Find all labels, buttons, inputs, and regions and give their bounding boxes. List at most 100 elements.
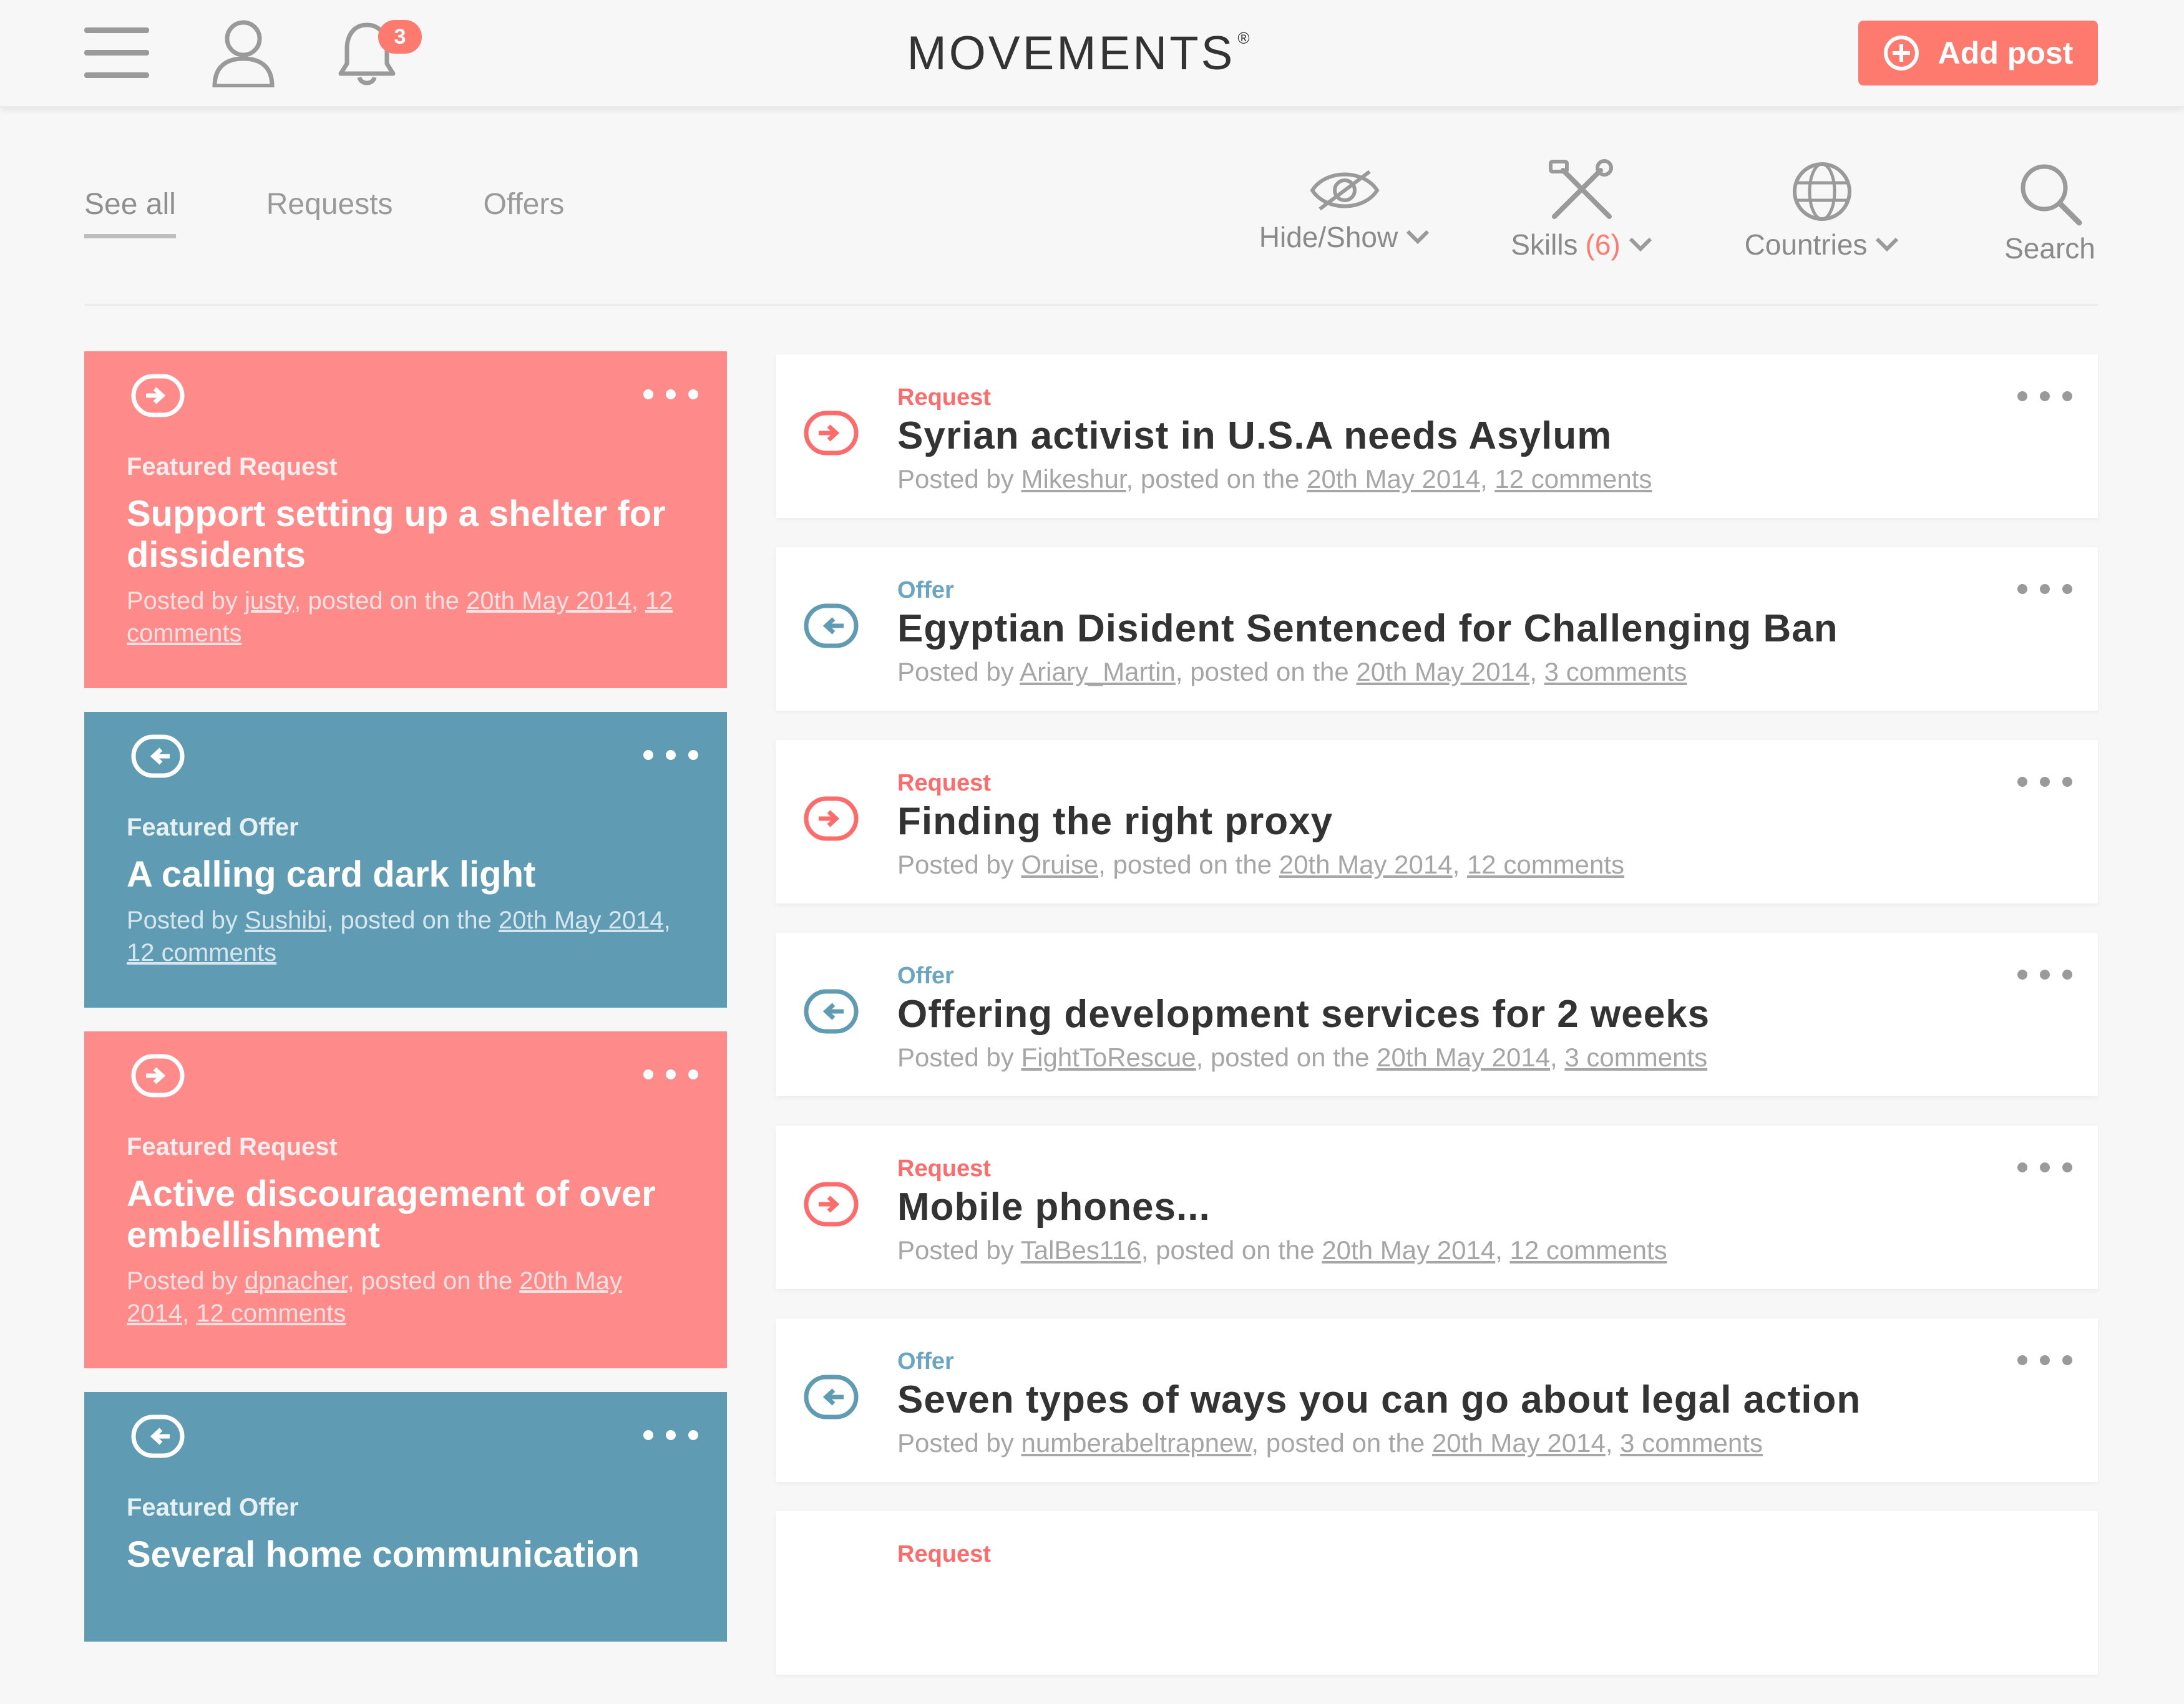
list-item[interactable]: Request Mobile phones... Posted by TalBe… xyxy=(776,1126,2098,1289)
post-title[interactable]: Seven types of ways you can go about leg… xyxy=(897,1378,1861,1422)
author-link[interactable]: dpnacher xyxy=(245,1267,348,1295)
comments-link[interactable]: 12 comments xyxy=(1467,850,1624,879)
meta-prefix: Posted by xyxy=(897,850,1014,879)
list-item[interactable]: Offer Egyptian Disident Sentenced for Ch… xyxy=(776,547,2098,711)
author-link[interactable]: Ariary_Martin xyxy=(1020,657,1176,686)
more-options-icon[interactable] xyxy=(2017,583,2073,595)
logo-mark: ® xyxy=(1237,29,1252,47)
date-link[interactable]: 20th May 2014 xyxy=(1322,1235,1495,1265)
meta-prefix: Posted by xyxy=(897,657,1014,686)
comments-link[interactable]: 3 comments xyxy=(1544,657,1687,686)
post-meta: Posted by Oruise, posted on the 20th May… xyxy=(897,850,1625,879)
featured-card[interactable]: Featured Request Active discouragement o… xyxy=(84,1031,727,1368)
post-title[interactable]: Mobile phones... xyxy=(897,1185,1211,1229)
request-icon xyxy=(804,411,859,455)
more-options-icon[interactable] xyxy=(2017,391,2073,402)
post-title[interactable]: Egyptian Disident Sentenced for Challeng… xyxy=(897,606,1838,651)
meta-prefix: Posted by xyxy=(897,464,1014,494)
chevron-down-icon xyxy=(1874,236,1899,253)
list-item[interactable]: Request Finding the right proxy Posted b… xyxy=(776,740,2098,903)
featured-card[interactable]: Featured Request Support setting up a sh… xyxy=(84,351,727,688)
post-title[interactable]: A calling card dark light xyxy=(127,854,685,895)
countries-filter[interactable]: Countries xyxy=(1728,159,1916,261)
post-title[interactable]: Finding the right proxy xyxy=(897,799,1333,844)
meta-mid: , posted on the xyxy=(326,907,492,934)
featured-card[interactable]: Featured Offer Several home communicatio… xyxy=(84,1392,727,1642)
more-options-icon[interactable] xyxy=(2017,1162,2073,1173)
date-link[interactable]: 20th May 2014 xyxy=(466,587,631,615)
comments-link[interactable]: 12 comments xyxy=(196,1300,346,1327)
author-link[interactable]: Mikeshur xyxy=(1021,464,1126,494)
request-icon xyxy=(804,796,859,841)
eye-icon xyxy=(1307,159,1382,217)
meta-mid: , posted on the xyxy=(1141,1235,1315,1265)
list-item[interactable]: Request xyxy=(776,1511,2098,1675)
tab-see-all[interactable]: See all xyxy=(84,187,176,238)
app-logo[interactable]: MOVEMENTS ® xyxy=(899,26,1260,80)
post-kind: Request xyxy=(897,1156,991,1182)
date-link[interactable]: 20th May 2014 xyxy=(1279,850,1453,879)
featured-card[interactable]: Featured Offer A calling card dark light… xyxy=(84,712,727,1008)
post-title[interactable]: Offering development services for 2 week… xyxy=(897,992,1710,1036)
logo-text: MOVEMENTS xyxy=(907,27,1236,80)
date-link[interactable]: 20th May 2014 xyxy=(1377,1043,1550,1072)
tab-offers[interactable]: Offers xyxy=(484,187,565,238)
date-link[interactable]: 20th May 2014 xyxy=(1432,1428,1606,1458)
plus-circle-icon xyxy=(1883,35,1919,71)
post-meta: Posted by Mikeshur, posted on the 20th M… xyxy=(897,464,1652,494)
comments-link[interactable]: 12 comments xyxy=(1510,1235,1667,1265)
chevron-down-icon xyxy=(1405,229,1430,245)
search-filter[interactable]: Search xyxy=(1997,159,2103,265)
author-link[interactable]: FightToRescue xyxy=(1021,1043,1196,1072)
post-meta: Posted by numberabeltrapnew, posted on t… xyxy=(897,1428,1763,1458)
tab-requests[interactable]: Requests xyxy=(266,187,393,238)
comments-link[interactable]: 12 comments xyxy=(127,939,276,966)
post-type-tabs: See all Requests Offers xyxy=(84,187,655,238)
date-link[interactable]: 20th May 2014 xyxy=(499,907,664,934)
hide-show-filter[interactable]: Hide/Show xyxy=(1242,159,1448,254)
more-options-icon[interactable] xyxy=(2017,969,2073,980)
add-post-button[interactable]: Add post xyxy=(1858,21,2098,85)
skills-count: (6) xyxy=(1585,228,1621,261)
author-link[interactable]: TalBes116 xyxy=(1021,1235,1141,1265)
meta-mid: , posted on the xyxy=(1196,1043,1370,1072)
post-meta: Posted by FightToRescue, posted on the 2… xyxy=(897,1043,1708,1072)
user-icon[interactable] xyxy=(211,19,276,87)
post-kind: Featured Offer xyxy=(127,814,299,841)
post-meta: Posted by Sushibi, posted on the 20th Ma… xyxy=(127,907,671,966)
post-kind: Request xyxy=(897,770,991,796)
offer-icon xyxy=(804,1375,859,1419)
list-item[interactable]: Request Syrian activist in U.S.A needs A… xyxy=(776,354,2098,518)
skills-filter[interactable]: Skills (6) xyxy=(1501,159,1663,261)
meta-prefix: Posted by xyxy=(897,1235,1014,1265)
post-title[interactable]: Support setting up a shelter for disside… xyxy=(127,494,685,576)
search-label: Search xyxy=(2004,232,2095,265)
post-title[interactable]: Several home communication xyxy=(127,1534,685,1575)
comments-link[interactable]: 12 comments xyxy=(1494,464,1652,494)
hide-show-label: Hide/Show xyxy=(1259,221,1398,253)
more-options-icon[interactable] xyxy=(2017,776,2073,787)
search-icon xyxy=(2016,159,2084,228)
post-kind: Featured Request xyxy=(127,453,338,480)
more-options-icon[interactable] xyxy=(2017,1355,2073,1366)
comments-link[interactable]: 3 comments xyxy=(1564,1043,1707,1072)
comments-link[interactable]: 3 comments xyxy=(1620,1428,1763,1458)
author-link[interactable]: numberabeltrapnew xyxy=(1021,1428,1251,1458)
list-item[interactable]: Offer Seven types of ways you can go abo… xyxy=(776,1318,2098,1482)
meta-mid: , posted on the xyxy=(1251,1428,1425,1458)
post-list: Request Syrian activist in U.S.A needs A… xyxy=(776,354,2098,1704)
date-link[interactable]: 20th May 2014 xyxy=(1307,464,1480,494)
meta-prefix: Posted by xyxy=(897,1428,1014,1458)
list-item[interactable]: Offer Offering development services for … xyxy=(776,933,2098,1096)
author-link[interactable]: Sushibi xyxy=(245,907,326,934)
post-title[interactable]: Syrian activist in U.S.A needs Asylum xyxy=(897,414,1612,458)
post-meta: Posted by dpnacher, posted on the 20th M… xyxy=(127,1267,622,1327)
meta-prefix: Posted by xyxy=(127,1267,238,1295)
author-link[interactable]: justy xyxy=(245,587,294,615)
date-link[interactable]: 20th May 2014 xyxy=(1356,657,1529,686)
menu-icon[interactable] xyxy=(84,24,149,82)
post-kind: Request xyxy=(897,1541,991,1567)
author-link[interactable]: Oruise xyxy=(1021,850,1098,879)
post-meta: Posted by justy, posted on the 20th May … xyxy=(127,587,673,647)
post-title[interactable]: Active discouragement of over embellishm… xyxy=(127,1174,685,1256)
